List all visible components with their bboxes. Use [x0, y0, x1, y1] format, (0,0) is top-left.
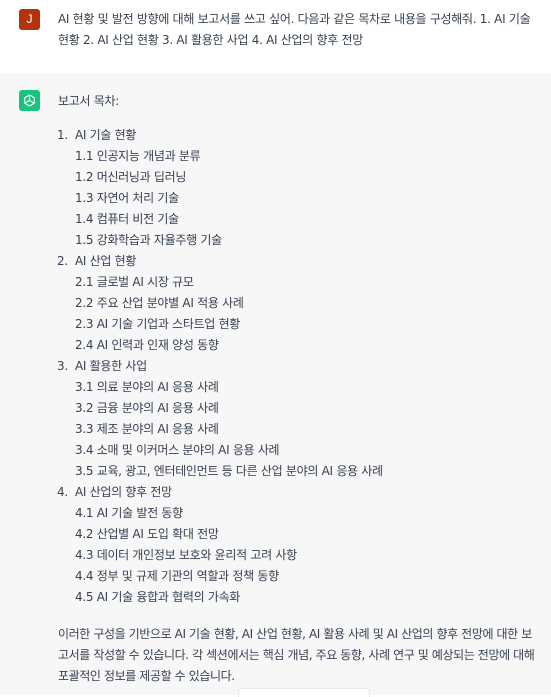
- toc-subitem: 2.4 AI 인력과 인재 양성 동향: [75, 338, 219, 352]
- toc-section-label: AI 기술 현황: [75, 128, 137, 142]
- toc-section-label: AI 산업 현황: [75, 254, 137, 268]
- toc-section-title: 2. AI 산업 현황: [0, 251, 551, 272]
- toc-subitem: 2.1 글로벌 AI 시장 규모: [75, 275, 194, 289]
- assistant-intro: 보고서 목차:: [58, 94, 119, 108]
- table-of-contents: 1. AI 기술 현황 1.1 인공지능 개념과 분류 1.2 머신러닝과 딥러닝 1.…: [0, 125, 551, 608]
- toc-subitem: 4.1 AI 기술 발전 동향: [75, 506, 183, 520]
- user-message-text: AI 현황 및 발전 방향에 대해 보고서를 쓰고 싶어. 다음과 같은 목차로…: [58, 12, 531, 47]
- user-message: J AI 현황 및 발전 방향에 대해 보고서를 쓰고 싶어. 다음과 같은 목…: [0, 0, 551, 74]
- toc-section-label: AI 산업의 향후 전망: [75, 485, 172, 499]
- toc-section-title: 3. AI 활용한 사업: [0, 356, 551, 377]
- assistant-message: 보고서 목차: 1. AI 기술 현황 1.1 인공지능 개념과 분류 1.2 머신러…: [0, 73, 551, 697]
- toc-subitem: 2.3 AI 기술 기업과 스타트업 현황: [75, 317, 241, 331]
- toc-subitem: 4.2 산업별 AI 도입 확대 전망: [75, 527, 219, 541]
- openai-logo-icon: [24, 94, 35, 107]
- toc-subitem: 2.2 주요 산업 분야별 AI 적용 사례: [75, 296, 244, 310]
- toc-subitem: 1.4 컴퓨터 비전 기술: [75, 212, 179, 226]
- toc-section-title: 4. AI 산업의 향후 전망: [0, 482, 551, 503]
- toc-subitem: 3.4 소매 및 이커머스 분야의 AI 응용 사례: [75, 443, 280, 457]
- toc-subitem: 1.3 자연어 처리 기술: [75, 191, 179, 205]
- toc-subitem: 4.5 AI 기술 융합과 협력의 가속화: [75, 590, 241, 604]
- toc-subitem: 4.4 정부 및 규제 기관의 역할과 정책 동향: [75, 569, 279, 583]
- toc-subitem: 3.1 의료 분야의 AI 응용 사례: [75, 380, 219, 394]
- regenerate-button-edge[interactable]: [238, 688, 370, 697]
- toc-section-number: 3.: [57, 359, 68, 373]
- toc-subitem: 3.5 교육, 광고, 엔터테인먼트 등 다른 산업 분야의 AI 응용 사례: [75, 464, 383, 478]
- toc-subitem: 1.5 강화학습과 자율주행 기술: [75, 233, 222, 247]
- toc-subitem: 4.3 데이터 개인정보 보호와 윤리적 고려 사항: [75, 548, 297, 562]
- user-avatar: J: [19, 9, 40, 30]
- toc-subitem: 1.2 머신러닝과 딥러닝: [75, 170, 187, 184]
- toc-section-number: 2.: [57, 254, 68, 268]
- toc-section: 2. AI 산업 현황 2.1 글로벌 AI 시장 규모 2.2 주요 산업 분야별 …: [0, 251, 551, 356]
- assistant-avatar: [19, 90, 40, 111]
- toc-section-number: 1.: [57, 128, 68, 142]
- assistant-closing-text: 이러한 구성을 기반으로 AI 기술 현황, AI 산업 현황, AI 활용 사…: [58, 627, 535, 683]
- toc-section: 3. AI 활용한 사업 3.1 의료 분야의 AI 응용 사례 3.2 금융 분야의…: [0, 356, 551, 482]
- toc-section-number: 4.: [57, 485, 68, 499]
- toc-section-title: 1. AI 기술 현황: [0, 125, 551, 146]
- toc-section: 4. AI 산업의 향후 전망 4.1 AI 기술 발전 동향 4.2 산업별 AI …: [0, 482, 551, 608]
- toc-subitem: 3.3 제조 분야의 AI 응용 사례: [75, 422, 219, 436]
- toc-section: 1. AI 기술 현황 1.1 인공지능 개념과 분류 1.2 머신러닝과 딥러닝 1.…: [0, 125, 551, 251]
- toc-subitem: 3.2 금융 분야의 AI 응용 사례: [75, 401, 219, 415]
- toc-subitem: 1.1 인공지능 개념과 분류: [75, 149, 201, 163]
- toc-section-label: AI 활용한 사업: [75, 359, 147, 373]
